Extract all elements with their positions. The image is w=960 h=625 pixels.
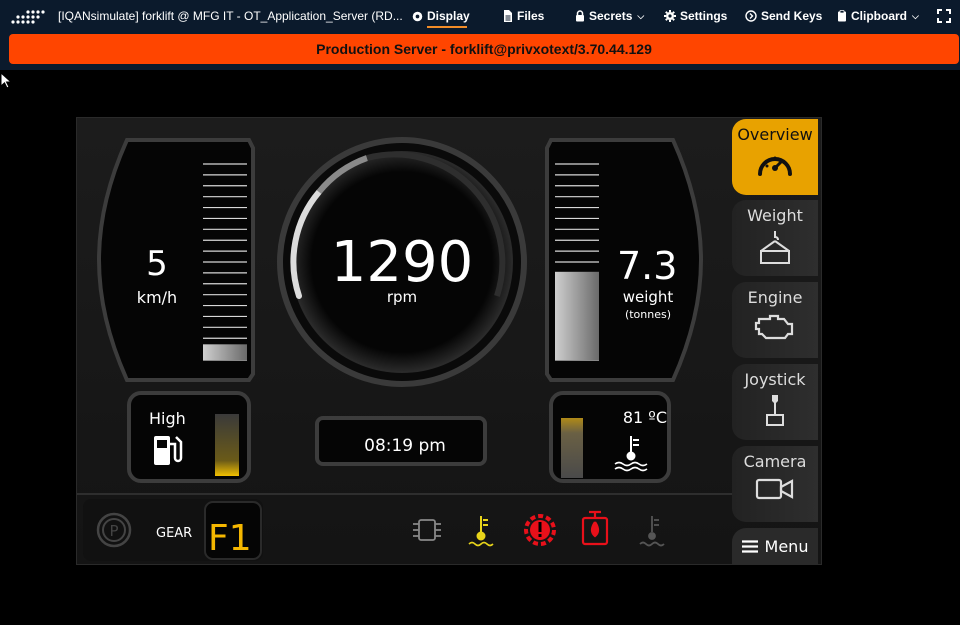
gear-value: F1	[208, 518, 252, 559]
hamburger-menu-icon	[741, 539, 758, 553]
temperature-value: 81 ºC	[622, 408, 667, 427]
joystick-button[interactable]: Joystick	[732, 364, 818, 440]
coolant-level-icon	[639, 516, 665, 547]
send-keys-button[interactable]: Send Keys	[745, 9, 822, 23]
clipboard-icon	[838, 10, 846, 22]
remote-session-toolbar: [IQANsimulate] forklift @ MFG IT - OT_Ap…	[0, 0, 960, 32]
settings-label: Settings	[680, 9, 728, 23]
production-server-banner: Production Server - forklift@privxotext/…	[9, 34, 959, 64]
speed-unit: km/h	[136, 288, 178, 307]
menu-label: Menu	[764, 536, 809, 556]
hmi-graphics: P	[77, 137, 732, 561]
fullscreen-icon[interactable]	[937, 9, 951, 23]
files-label: Files	[517, 9, 545, 23]
gear-icon	[664, 10, 676, 22]
display-icon	[412, 11, 423, 21]
engine-icon	[754, 314, 794, 340]
secrets-dropdown[interactable]: Secrets ⌵	[575, 9, 644, 23]
speedometer-icon	[758, 156, 792, 176]
rpm-value: 1290	[330, 230, 474, 295]
engine-button[interactable]: Engine	[732, 282, 818, 358]
files-button[interactable]: Files	[503, 9, 544, 23]
overview-label: Overview	[737, 125, 813, 144]
parking-brake-icon: P	[96, 512, 132, 548]
weight-unit-tonnes: (tonnes)	[624, 308, 672, 321]
display-button[interactable]: Display	[412, 9, 470, 23]
service-warning-icon	[524, 514, 556, 546]
overview-button[interactable]: Overview	[732, 119, 818, 195]
settings-button[interactable]: Settings	[664, 9, 727, 23]
clipboard-dropdown[interactable]: Clipboard ⌵	[837, 9, 919, 23]
engine-label: Engine	[747, 288, 803, 307]
svg-text:P: P	[109, 522, 118, 540]
clock-time: 08:19 pm	[364, 436, 446, 456]
camera-button[interactable]: Camera	[732, 446, 818, 522]
joystick-icon	[766, 395, 784, 426]
weight-load-icon	[760, 231, 790, 264]
camera-label: Camera	[743, 452, 807, 471]
weight-unit: weight	[622, 288, 674, 306]
chevron-down-icon: ⌵	[637, 10, 645, 21]
send-keys-label: Send Keys	[761, 9, 823, 23]
speed-level-bar	[203, 344, 247, 360]
display-label: Display	[427, 9, 470, 23]
banner-container: Production Server - forklift@privxotext/…	[0, 32, 960, 70]
speed-value: 5	[146, 244, 168, 284]
send-keys-icon	[745, 10, 757, 22]
gear-label: GEAR	[156, 526, 193, 541]
oil-pressure-warning-icon	[581, 510, 609, 546]
clipboard-label: Clipboard	[851, 9, 907, 23]
file-icon	[504, 10, 512, 22]
weight-level-bar	[555, 271, 599, 360]
temperature-level-bar	[561, 418, 583, 478]
display-active-indicator	[427, 26, 467, 28]
lock-icon	[576, 10, 584, 22]
weight-menu-label: Weight	[747, 206, 803, 225]
joystick-label: Joystick	[744, 370, 806, 389]
privx-logo-icon	[11, 10, 45, 24]
menu-button[interactable]: Menu	[732, 528, 818, 564]
fuel-level-label: High	[149, 409, 186, 428]
glow-plug-warning-icon	[413, 519, 441, 541]
window-title: [IQANsimulate] forklift @ MFG IT - OT_Ap…	[58, 9, 403, 23]
fuel-level-bar	[215, 414, 239, 476]
chevron-down-icon: ⌵	[912, 10, 919, 21]
weight-button[interactable]: Weight	[732, 200, 818, 276]
video-camera-icon	[755, 478, 794, 500]
coolant-warning-icon	[468, 516, 494, 547]
secrets-label: Secrets	[589, 9, 633, 23]
mouse-cursor-icon	[0, 72, 12, 89]
forklift-hmi-display: P 5 km/h 1290 rpm 7.3 weight (tonnes) Hi…	[76, 117, 822, 565]
rpm-unit: rpm	[386, 288, 418, 306]
weight-value: 7.3	[617, 244, 678, 288]
